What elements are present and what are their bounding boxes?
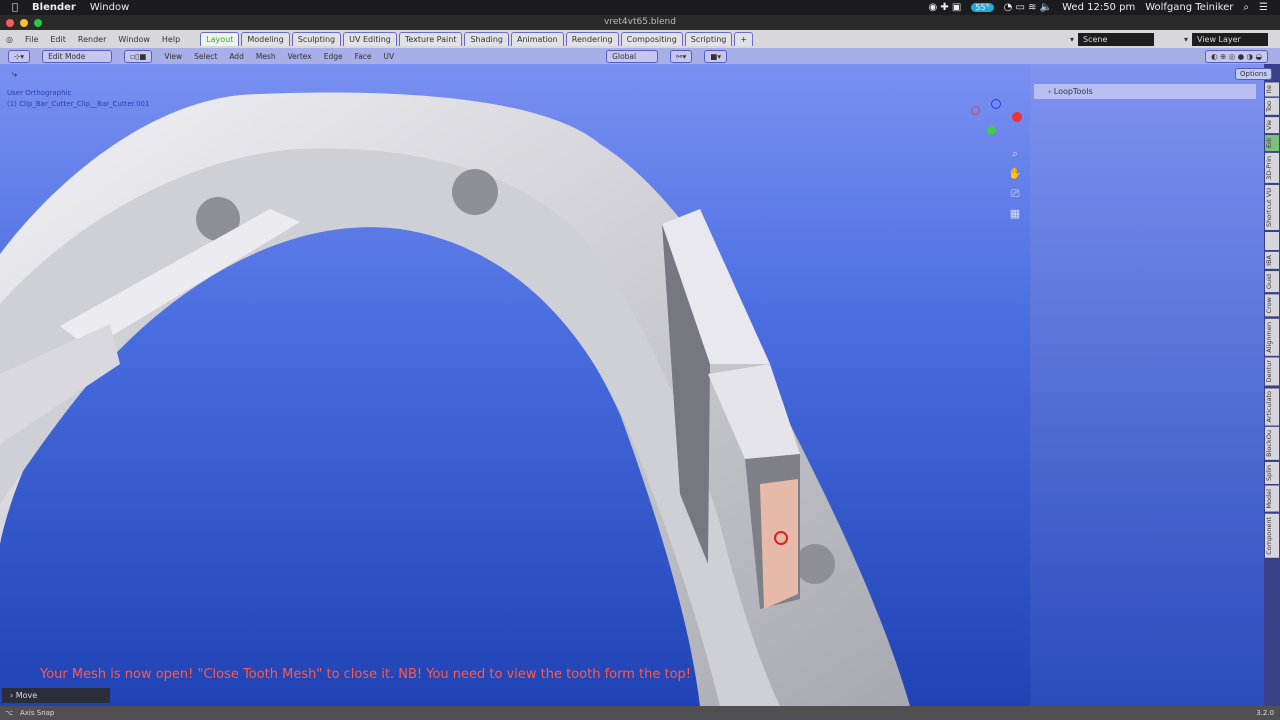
tab-texture-paint[interactable]: Texture Paint <box>398 32 463 46</box>
add-workspace-button[interactable]: + <box>734 32 754 46</box>
looptools-label: LoopTools <box>1053 87 1093 96</box>
snap-select[interactable]: ■▾ <box>704 49 728 63</box>
mode-select[interactable]: Edit Mode <box>42 49 113 63</box>
side-tab-splint[interactable]: Splin <box>1265 462 1279 485</box>
window-title: vret4vt65.blend <box>604 17 676 27</box>
menu-view[interactable]: View <box>164 52 182 61</box>
orientation-select[interactable]: Global <box>606 49 659 63</box>
zoom-button[interactable] <box>34 19 42 27</box>
last-operator-panel[interactable]: › Move <box>2 688 110 703</box>
minimize-button[interactable] <box>20 19 28 27</box>
menu-render[interactable]: Render <box>72 35 112 44</box>
view-name: User Orthographic <box>7 89 72 97</box>
view-layer-icon[interactable]: ▾ <box>1184 35 1188 44</box>
close-button[interactable] <box>6 19 14 27</box>
window-titlebar: vret4vt65.blend <box>0 15 1280 30</box>
apple-icon[interactable]:  <box>12 2 18 13</box>
menu-window[interactable]: Window <box>112 35 156 44</box>
viewport-info: User Orthographic (1) Clip_Bar_Cutter_Cl… <box>7 88 149 110</box>
view-layer-field[interactable]: View Layer <box>1192 32 1268 46</box>
camera-icon[interactable]: ⎚ <box>1007 184 1023 204</box>
scene-icon[interactable]: ▾ <box>1070 35 1074 44</box>
version-label: 3.2.0 <box>1256 709 1274 717</box>
active-object: (1) Clip_Bar_Cutter_Clip__Bar_Cutter.001 <box>7 100 150 108</box>
options-dropdown[interactable]: Options <box>1235 68 1273 80</box>
side-tab-item[interactable]: Ite <box>1265 82 1279 97</box>
side-tab-component[interactable]: Component <box>1265 513 1279 558</box>
menu-select[interactable]: Select <box>194 52 217 61</box>
side-tab-blank[interactable] <box>1265 232 1279 251</box>
tab-uv-editing[interactable]: UV Editing <box>343 32 397 46</box>
editor-type-button[interactable]: ⊹▾ <box>8 49 31 63</box>
status-icons[interactable]: ◉ ✚ ▣ <box>928 2 961 13</box>
side-tab-alignment[interactable]: Alignmen <box>1265 318 1279 356</box>
list-icon[interactable]: ☰ <box>1259 2 1268 13</box>
select-mode-buttons[interactable]: ▫▯■ <box>124 49 153 63</box>
shading-buttons[interactable]: ◐ ⊕ ◎ ● ◑ ◒ <box>1205 49 1268 63</box>
menu-edit[interactable]: Edit <box>44 35 72 44</box>
navigation-gizmo[interactable] <box>970 96 1025 136</box>
tab-layout[interactable]: Layout <box>200 32 240 46</box>
addon-message: Your Mesh is now open! "Close Tooth Mesh… <box>40 667 692 682</box>
menu-file[interactable]: File <box>19 35 44 44</box>
tab-modeling[interactable]: Modeling <box>241 32 290 46</box>
side-tab-articulator[interactable]: Articulato <box>1265 387 1279 426</box>
menu-add[interactable]: Add <box>229 52 244 61</box>
search-icon[interactable]: ⌕ <box>1243 2 1249 13</box>
menu-mesh[interactable]: Mesh <box>256 52 276 61</box>
tab-sculpting[interactable]: Sculpting <box>291 32 342 46</box>
3d-viewport[interactable]: ⤷ User Orthographic (1) Clip_Bar_Cutter_… <box>0 64 1030 706</box>
cursor-tool-icon[interactable]: ⤷ <box>12 70 17 80</box>
menu-edge[interactable]: Edge <box>324 52 343 61</box>
last-operator-label: Move <box>15 691 38 700</box>
pan-hand-icon[interactable]: ✋ <box>1007 164 1023 184</box>
side-tab-edit[interactable]: Edi <box>1265 135 1279 152</box>
side-tab-crown[interactable]: Crow <box>1265 294 1279 317</box>
dental-mesh <box>0 92 910 706</box>
tab-compositing[interactable]: Compositing <box>620 32 683 46</box>
side-tab-denture[interactable]: Dentur <box>1265 357 1279 386</box>
status-bar: ⌥ Axis Snap 3.2.0 <box>0 706 1280 720</box>
topbar: ◎ File Edit Render Window Help Layout Mo… <box>0 30 1280 48</box>
app-menu[interactable]: Blender <box>32 2 76 13</box>
looptools-panel-header[interactable]: › LoopTools <box>1034 84 1256 99</box>
tab-shading[interactable]: Shading <box>464 32 509 46</box>
wifi-icon[interactable]: ◔ ▭ ≋ 🔈 <box>1004 2 1053 13</box>
sidebar-tabs: Ite Too Vie Edi 3D-Prin Shortcut VU IBA … <box>1264 64 1280 706</box>
window-menu[interactable]: Window <box>90 2 129 13</box>
side-tab-blockout[interactable]: BlockOu <box>1265 427 1279 461</box>
side-tab-model[interactable]: Model <box>1265 486 1279 512</box>
menu-uv[interactable]: UV <box>384 52 395 61</box>
menu-vertex[interactable]: Vertex <box>288 52 312 61</box>
side-tab-view[interactable]: Vie <box>1265 117 1279 134</box>
menu-face[interactable]: Face <box>355 52 372 61</box>
sidebar-panel: › LoopTools <box>1030 64 1264 706</box>
side-tab-3d-print[interactable]: 3D-Prin <box>1265 153 1279 184</box>
pivot-select[interactable]: ⚯▾ <box>670 49 693 63</box>
zoom-icon[interactable]: ⌕ <box>1007 144 1023 164</box>
side-tab-iba[interactable]: IBA <box>1265 252 1279 270</box>
viewport-header: ⊹▾ Edit Mode ▫▯■ View Select Add Mesh Ve… <box>0 48 1280 64</box>
tab-animation[interactable]: Animation <box>510 32 564 46</box>
status-hint: Axis Snap <box>20 709 55 717</box>
side-tab-shortcut-vur[interactable]: Shortcut VU <box>1265 185 1279 231</box>
scene-field[interactable]: Scene <box>1077 32 1154 46</box>
user-name[interactable]: Wolfgang Teiniker <box>1145 2 1233 13</box>
side-tab-guide[interactable]: Guid <box>1265 271 1279 293</box>
blender-logo-icon[interactable]: ◎ <box>0 35 19 44</box>
temp-badge[interactable]: 55° <box>971 3 994 12</box>
macos-menubar:  Blender Window ◉ ✚ ▣ 55° ◔ ▭ ≋ 🔈 Wed 1… <box>0 0 1280 15</box>
grid-icon[interactable]: ▦ <box>1007 204 1023 224</box>
clock[interactable]: Wed 12:50 pm <box>1062 2 1135 13</box>
side-tab-tool[interactable]: Too <box>1265 98 1279 116</box>
keyboard-key-icon: ⌥ <box>5 709 14 717</box>
tab-scripting[interactable]: Scripting <box>684 32 733 46</box>
tab-rendering[interactable]: Rendering <box>565 32 619 46</box>
menu-help[interactable]: Help <box>156 35 186 44</box>
